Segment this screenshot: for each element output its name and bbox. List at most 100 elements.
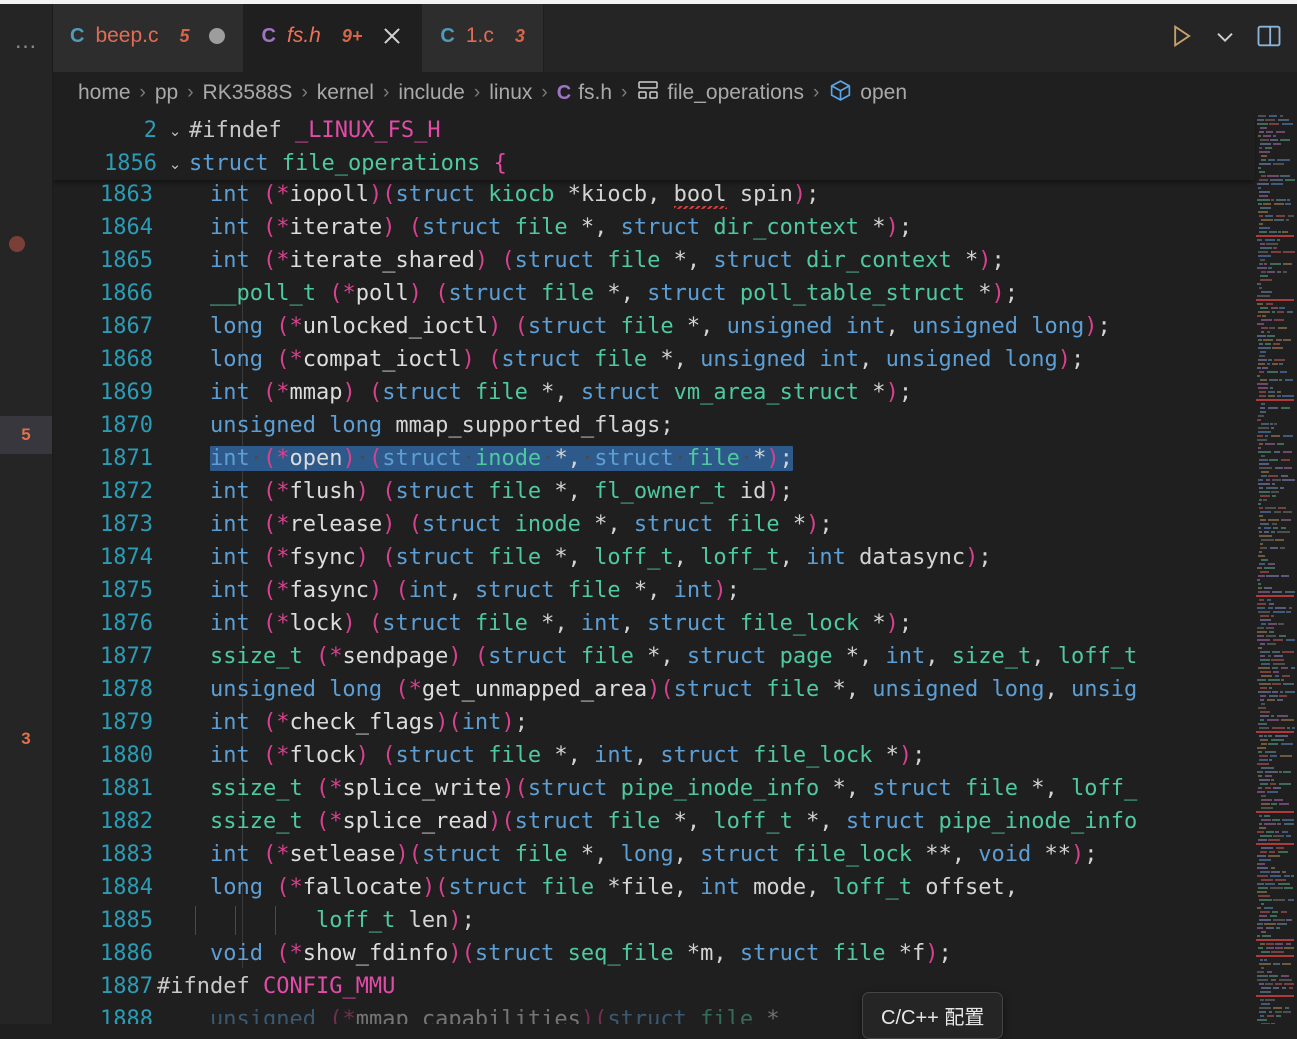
code-line[interactable]: #ifndef CONFIG_MMU: [157, 970, 1255, 1003]
minimap-segment: [1258, 611, 1270, 613]
code-token: struct: [421, 842, 515, 867]
code-token: )(: [580, 1007, 608, 1024]
minimap-segment: [1261, 271, 1266, 273]
breadcrumb-item-fs-h[interactable]: C fs.h: [557, 81, 612, 105]
dirty-dot-icon[interactable]: [208, 28, 225, 44]
code-line[interactable]: ssize_t (*splice_read)(struct file *, lo…: [157, 805, 1255, 838]
minimap[interactable]: [1255, 114, 1297, 1024]
indent-guide: [235, 906, 236, 935]
code-token: flush: [289, 479, 356, 504]
code-token: (: [368, 446, 383, 471]
breadcrumb-item-file-operations[interactable]: file_operations: [636, 78, 804, 108]
code-line[interactable]: int (*fsync) (struct file *, loff_t, lof…: [157, 541, 1255, 574]
code-line[interactable]: int (*setlease)(struct file *, long, str…: [157, 838, 1255, 871]
minimap-segment: [1274, 203, 1284, 205]
minimap-segment: [1261, 799, 1272, 801]
code-line[interactable]: long (*compat_ioctl) (struct file *, uns…: [157, 343, 1255, 376]
code-line[interactable]: loff_t len);: [157, 904, 1255, 937]
breadcrumb-item-linux[interactable]: linux: [489, 81, 532, 105]
minimap-segment: [1269, 1011, 1272, 1013]
code-line[interactable]: void (*show_fdinfo)(struct seq_file *m, …: [157, 937, 1255, 970]
sticky-row-ifndef[interactable]: 2 ⌄ #ifndef _LINUX_FS_H: [52, 114, 1255, 147]
code-line[interactable]: int (*iopoll)(struct kiocb *kiocb, bool …: [157, 178, 1255, 211]
close-icon[interactable]: [381, 25, 403, 47]
code-line[interactable]: int·(*open)·(struct·inode·*,·struct·file…: [157, 442, 1255, 475]
code-token: file: [965, 776, 1018, 801]
code-token: get_unmapped_area: [421, 677, 648, 702]
cpp-config-tooltip[interactable]: C/C++ 配置: [862, 992, 1004, 1039]
minimap-segment: [1260, 991, 1271, 993]
code-token: ): [925, 941, 939, 966]
code-line[interactable]: ssize_t (*sendpage) (struct file *, stru…: [157, 640, 1255, 673]
breakpoint-dot-icon[interactable]: [9, 236, 25, 252]
chevron-down-icon[interactable]: [1211, 22, 1239, 50]
code-line[interactable]: unsigned long mmap_supported_flags;: [157, 409, 1255, 442]
sticky-row-struct[interactable]: 1856 ⌄ struct file_operations {: [52, 147, 1255, 180]
code-line[interactable]: int (*iterate) (struct file *, struct di…: [157, 211, 1255, 244]
minimap-segment: [1261, 819, 1271, 821]
chevron-down-icon[interactable]: ⌄: [161, 155, 189, 173]
code-token: file: [474, 611, 528, 636]
breadcrumb-item-rk3588s[interactable]: RK3588S: [203, 81, 293, 105]
minimap-segment: [1258, 251, 1268, 253]
code-line[interactable]: unsigned long (*get_unmapped_area)(struc…: [157, 673, 1255, 706]
code-token: struct: [189, 151, 282, 176]
overflow-dots-icon[interactable]: …: [0, 26, 52, 54]
code-line[interactable]: int (*iterate_shared) (struct file *, st…: [157, 244, 1255, 277]
minimap-segment: [1257, 635, 1264, 637]
minimap-segment: [1269, 759, 1272, 761]
code-line[interactable]: int (*check_flags)(int);: [157, 706, 1255, 739]
minimap-segment: [1257, 935, 1260, 937]
run-play-icon[interactable]: [1167, 22, 1195, 50]
code-line[interactable]: int (*flush) (struct file *, fl_owner_t …: [157, 475, 1255, 508]
code-token: file: [620, 314, 674, 339]
code-editor[interactable]: 1863 1864 1865 1866 1867 1868 1869 1870 1871 1872…: [52, 178, 1297, 1024]
tab-1-c[interactable]: C 1.c 3: [422, 0, 544, 72]
breadcrumb-item-kernel[interactable]: kernel: [317, 81, 374, 105]
chevron-down-icon[interactable]: ⌄: [161, 122, 189, 140]
code-line[interactable]: long (*fallocate)(struct file *file, int…: [157, 871, 1255, 904]
minimap-segment: [1258, 451, 1271, 453]
indent-guide: [275, 906, 276, 935]
minimap-segment: [1259, 963, 1271, 965]
minimap-segment: [1271, 531, 1275, 533]
selected-text[interactable]: int·(*open)·(struct·inode·*,·struct·file…: [209, 446, 793, 471]
split-editor-icon[interactable]: [1255, 22, 1283, 50]
code-token: )(: [647, 677, 674, 702]
code-line[interactable]: ssize_t (*splice_write)(struct pipe_inod…: [157, 772, 1255, 805]
minimap-segment: [1265, 983, 1273, 985]
code-line[interactable]: __poll_t (*poll) (struct file *, struct …: [157, 277, 1255, 310]
strip-badge-row-2[interactable]: 3: [0, 720, 52, 758]
breadcrumb-item-pp[interactable]: pp: [155, 81, 178, 105]
code-line[interactable]: int (*release) (struct inode *, struct f…: [157, 508, 1255, 541]
minimap-segment: [1257, 199, 1270, 201]
breadcrumb-item-open[interactable]: open: [828, 78, 907, 109]
breadcrumb-item-home[interactable]: home: [78, 81, 131, 105]
minimap-segment: [1268, 391, 1275, 393]
minimap-segment: [1260, 943, 1265, 945]
minimap-segment: [1271, 715, 1274, 717]
code-line[interactable]: int (*mmap) (struct file *, struct vm_ar…: [157, 376, 1255, 409]
minimap-segment: [1259, 735, 1263, 737]
code-line[interactable]: unsigned (*mmap_capabilities)(struct fil…: [157, 1003, 1255, 1024]
code-line[interactable]: long (*unlocked_ioctl) (struct file *, u…: [157, 310, 1255, 343]
code-content[interactable]: int (*iopoll)(struct kiocb *kiocb, bool …: [157, 178, 1255, 1024]
breadcrumb-item-include[interactable]: include: [398, 81, 465, 105]
minimap-segment: [1259, 499, 1262, 501]
code-token: (*: [276, 347, 303, 372]
c-file-icon: C: [440, 24, 455, 47]
line-number: 1873: [100, 512, 153, 537]
code-line[interactable]: int (*fasync) (int, struct file *, int);: [157, 574, 1255, 607]
tab-beep-c[interactable]: C beep.c 5: [52, 0, 244, 72]
minimap-segment: [1263, 339, 1273, 341]
code-line[interactable]: int (*lock) (struct file *, int, struct …: [157, 607, 1255, 640]
code-line[interactable]: int (*flock) (struct file *, int, struct…: [157, 739, 1255, 772]
minimap-segment: [1277, 311, 1284, 313]
strip-badge-row-1[interactable]: 5: [0, 416, 52, 454]
tab-fs-h[interactable]: C fs.h 9+: [243, 0, 423, 72]
